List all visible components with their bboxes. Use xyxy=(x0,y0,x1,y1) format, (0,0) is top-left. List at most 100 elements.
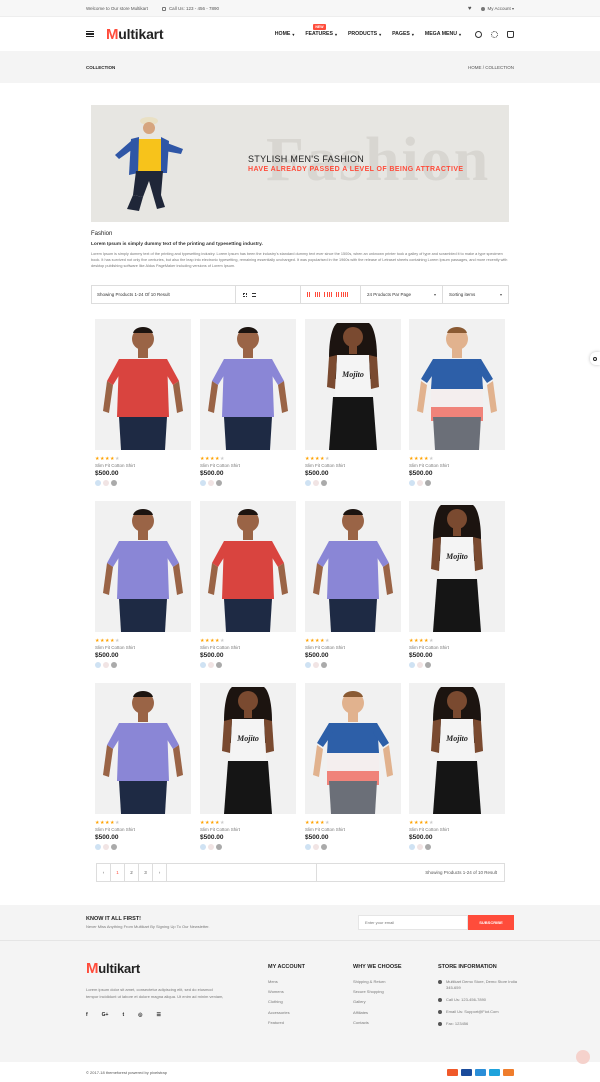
product-name[interactable]: Slim Fit Cotton Shirt xyxy=(409,645,505,650)
color-swatch[interactable] xyxy=(417,844,423,850)
product-name[interactable]: Slim Fit Cotton Shirt xyxy=(200,645,296,650)
color-swatch[interactable] xyxy=(111,844,117,850)
product-image[interactable] xyxy=(200,501,296,632)
color-swatch[interactable] xyxy=(313,480,319,486)
color-swatch[interactable] xyxy=(208,662,214,668)
product-name[interactable]: Slim Fit Cotton Shirt xyxy=(305,463,401,468)
product-name[interactable]: Slim Fit Cotton Shirt xyxy=(305,645,401,650)
product-image[interactable]: Mojito xyxy=(305,319,401,450)
color-swatch[interactable] xyxy=(95,480,101,486)
product-name[interactable]: Slim Fit Cotton Shirt xyxy=(95,463,191,468)
search-icon[interactable] xyxy=(475,30,482,38)
color-swatch[interactable] xyxy=(425,480,431,486)
color-swatch[interactable] xyxy=(95,844,101,850)
product-name[interactable]: Slim Fit Cotton Shirt xyxy=(95,827,191,832)
settings-icon[interactable] xyxy=(491,30,498,38)
footer-link[interactable]: Mens xyxy=(268,979,348,989)
sort-select[interactable]: Sorting items ▾ xyxy=(443,286,508,303)
footer-link[interactable]: Shipping & Return xyxy=(353,979,433,989)
color-swatch[interactable] xyxy=(200,480,206,486)
subscribe-button[interactable]: SUBSCRIBE xyxy=(468,915,514,930)
per-page-select[interactable]: 24 Products Par Page ▾ xyxy=(361,286,443,303)
facebook-icon[interactable]: f xyxy=(86,1012,88,1018)
instagram-icon[interactable]: ◎ xyxy=(138,1012,142,1018)
footer-link[interactable]: Womens xyxy=(268,989,348,999)
product-image[interactable]: Mojito xyxy=(409,683,505,814)
color-swatch[interactable] xyxy=(417,480,423,486)
color-swatch[interactable] xyxy=(111,662,117,668)
footer-link[interactable]: Clothing xyxy=(268,999,348,1009)
product-card[interactable]: ★★★★★ Slim Fit Cotton Shirt $500.00 xyxy=(95,501,191,668)
product-card[interactable]: ★★★★★ Slim Fit Cotton Shirt $500.00 xyxy=(95,319,191,486)
page-3-button[interactable]: 3 xyxy=(139,864,153,881)
color-swatch[interactable] xyxy=(208,844,214,850)
heart-icon[interactable]: ♥ xyxy=(468,6,472,12)
product-name[interactable]: Slim Fit Cotton Shirt xyxy=(200,827,296,832)
product-image[interactable] xyxy=(305,501,401,632)
color-swatch[interactable] xyxy=(305,662,311,668)
product-image[interactable] xyxy=(95,683,191,814)
color-swatch[interactable] xyxy=(216,480,222,486)
google-plus-icon[interactable]: G+ xyxy=(102,1012,109,1018)
color-swatch[interactable] xyxy=(200,662,206,668)
product-name[interactable]: Slim Fit Cotton Shirt xyxy=(95,645,191,650)
color-swatch[interactable] xyxy=(321,662,327,668)
color-swatch[interactable] xyxy=(216,662,222,668)
product-card[interactable]: ★★★★★ Slim Fit Cotton Shirt $500.00 xyxy=(409,319,505,486)
color-swatch[interactable] xyxy=(321,480,327,486)
prev-page-button[interactable]: ‹ xyxy=(97,864,111,881)
list-view-icon[interactable] xyxy=(252,292,256,297)
product-image[interactable] xyxy=(95,319,191,450)
color-swatch[interactable] xyxy=(216,844,222,850)
my-account-link[interactable]: My Account ▾ xyxy=(481,6,514,11)
column-layout-selector[interactable] xyxy=(301,286,361,303)
page-1-button[interactable]: 1 xyxy=(111,864,125,881)
nav-item[interactable]: HOME ▾ xyxy=(275,31,295,37)
menu-icon[interactable] xyxy=(86,31,94,37)
color-swatch[interactable] xyxy=(425,662,431,668)
color-swatch[interactable] xyxy=(200,844,206,850)
color-swatch[interactable] xyxy=(103,480,109,486)
product-card[interactable]: Mojito ★★★★★ Slim Fit Cotton Shirt $500.… xyxy=(305,319,401,486)
footer-link[interactable]: Secure Shopping xyxy=(353,989,433,999)
product-card[interactable]: Mojito ★★★★★ Slim Fit Cotton Shirt $500.… xyxy=(409,501,505,668)
product-card[interactable]: ★★★★★ Slim Fit Cotton Shirt $500.00 xyxy=(200,319,296,486)
color-swatch[interactable] xyxy=(409,844,415,850)
nav-item[interactable]: FEATURES ▾ NEW xyxy=(305,24,337,37)
nav-item[interactable]: PAGES ▾ xyxy=(392,31,414,37)
color-swatch[interactable] xyxy=(103,662,109,668)
settings-toggle[interactable] xyxy=(590,352,600,365)
color-swatch[interactable] xyxy=(417,662,423,668)
footer-logo[interactable]: Multikart xyxy=(86,960,226,977)
color-swatch[interactable] xyxy=(313,662,319,668)
product-name[interactable]: Slim Fit Cotton Shirt xyxy=(409,827,505,832)
twitter-icon[interactable]: t xyxy=(122,1012,124,1018)
next-page-button[interactable]: › xyxy=(153,864,167,881)
product-image[interactable]: Mojito xyxy=(200,683,296,814)
product-card[interactable]: Mojito ★★★★★ Slim Fit Cotton Shirt $500.… xyxy=(409,683,505,850)
product-image[interactable] xyxy=(95,501,191,632)
breadcrumb[interactable]: HOME / COLLECTION xyxy=(468,65,514,70)
color-swatch[interactable] xyxy=(95,662,101,668)
product-card[interactable]: ★★★★★ Slim Fit Cotton Shirt $500.00 xyxy=(305,683,401,850)
collection-banner[interactable]: Fashion STYLISH MEN'S FASHION HAVE ALREA… xyxy=(91,105,509,222)
product-image[interactable]: Mojito xyxy=(409,501,505,632)
product-card[interactable]: Mojito ★★★★★ Slim Fit Cotton Shirt $500.… xyxy=(200,683,296,850)
color-swatch[interactable] xyxy=(321,844,327,850)
color-swatch[interactable] xyxy=(425,844,431,850)
nav-item[interactable]: PRODUCTS ▾ xyxy=(348,31,381,37)
color-swatch[interactable] xyxy=(305,480,311,486)
product-image[interactable] xyxy=(409,319,505,450)
back-to-top-button[interactable] xyxy=(576,1050,590,1064)
color-swatch[interactable] xyxy=(208,480,214,486)
grid-view-icon[interactable] xyxy=(243,292,247,297)
rss-icon[interactable]: ☰ xyxy=(157,1012,161,1018)
footer-link[interactable]: Affiliates xyxy=(353,1010,433,1020)
product-image[interactable] xyxy=(305,683,401,814)
footer-link[interactable]: Accessories xyxy=(268,1010,348,1020)
product-name[interactable]: Slim Fit Cotton Shirt xyxy=(200,463,296,468)
product-name[interactable]: Slim Fit Cotton Shirt xyxy=(409,463,505,468)
footer-link[interactable]: Featured xyxy=(268,1020,348,1030)
color-swatch[interactable] xyxy=(111,480,117,486)
email-field[interactable]: Enter your email xyxy=(358,915,468,930)
